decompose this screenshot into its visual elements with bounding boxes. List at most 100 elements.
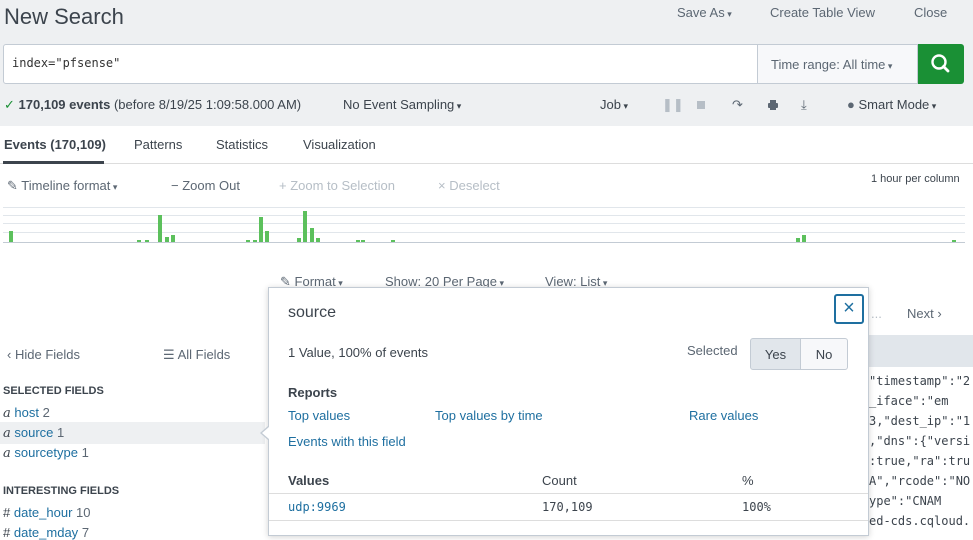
- timeline-bar[interactable]: [145, 240, 149, 242]
- table-divider: [269, 520, 868, 521]
- event-text-line: _iface":"em: [869, 394, 949, 408]
- field-host[interactable]: a host 2: [3, 405, 50, 421]
- top-values-link[interactable]: Top values: [288, 408, 350, 423]
- interesting-fields-title: INTERESTING FIELDS: [3, 485, 120, 497]
- selected-label: Selected: [687, 343, 738, 358]
- pause-icon[interactable]: ❚❚: [662, 97, 684, 113]
- hide-fields-button[interactable]: ‹ Hide Fields: [7, 347, 80, 362]
- timeline-bar[interactable]: [316, 238, 320, 242]
- save-as-menu[interactable]: Save As ▾: [677, 5, 732, 20]
- timeline-bar[interactable]: [303, 211, 307, 242]
- event-text-line: ,"dns":{"versi: [869, 434, 971, 448]
- search-button[interactable]: [918, 44, 964, 84]
- field-date-mday[interactable]: # date_mday 7: [3, 525, 89, 540]
- timeline-bar[interactable]: [796, 238, 800, 242]
- stop-icon[interactable]: [697, 101, 705, 109]
- events-table-header: [869, 335, 973, 367]
- tab-events[interactable]: Events (170,109): [4, 137, 106, 152]
- timeline-bar[interactable]: [246, 240, 250, 242]
- check-icon: ✓: [4, 97, 15, 112]
- tab-visualization[interactable]: Visualization: [303, 137, 376, 152]
- plus-icon: +: [279, 178, 287, 193]
- timeline-bar[interactable]: [297, 238, 301, 242]
- popup-pointer-fill: [262, 427, 269, 439]
- timeline-format-menu[interactable]: ✎ Timeline format ▾: [7, 178, 117, 194]
- timeline-bar[interactable]: [158, 215, 162, 242]
- timeline-bar[interactable]: [356, 240, 360, 242]
- timeline-bar[interactable]: [952, 240, 956, 242]
- minus-icon: −: [171, 178, 179, 193]
- timeline-bar[interactable]: [9, 231, 13, 242]
- caret-down-icon: ▾: [929, 101, 937, 111]
- deselect-button[interactable]: × Deselect: [438, 178, 500, 193]
- event-text-line: ype":"CNAM: [869, 494, 942, 508]
- timeline-bar[interactable]: [391, 240, 395, 242]
- pct-cell: 100%: [742, 500, 771, 514]
- timeline-gridline: [3, 223, 965, 224]
- timeline-bar[interactable]: [253, 240, 257, 242]
- timeline-bar[interactable]: [265, 231, 269, 242]
- caret-down-icon: ▾: [454, 101, 462, 111]
- event-text-line: A","rcode":"NO: [869, 474, 971, 488]
- search-mode-menu[interactable]: ● Smart Mode ▾: [847, 97, 936, 112]
- timeline-gridline: [3, 215, 965, 216]
- events-with-field-link[interactable]: Events with this field: [288, 434, 406, 449]
- bulb-icon: ●: [847, 97, 855, 112]
- value-cell[interactable]: udp:9969: [288, 500, 346, 514]
- zoom-to-selection-button[interactable]: + Zoom to Selection: [279, 178, 395, 193]
- close-link[interactable]: Close: [914, 5, 947, 20]
- create-table-view-link[interactable]: Create Table View: [770, 5, 875, 20]
- timeline-gridline: [3, 207, 965, 208]
- rare-values-link[interactable]: Rare values: [689, 408, 758, 423]
- table-divider: [269, 493, 868, 494]
- field-date-hour[interactable]: # date_hour 10: [3, 505, 91, 520]
- page-title: New Search: [4, 4, 124, 29]
- selected-yes-button[interactable]: Yes: [750, 338, 801, 370]
- active-tab-indicator: [3, 161, 104, 164]
- timeline-gridline: [3, 232, 965, 233]
- zoom-out-button[interactable]: − Zoom Out: [171, 178, 240, 193]
- event-text-line: "timestamp":"2: [869, 374, 971, 388]
- count-cell: 170,109: [542, 500, 593, 514]
- timeline-bar[interactable]: [802, 235, 806, 242]
- timeline-bar[interactable]: [310, 228, 314, 242]
- search-header: New Search Save As ▾ Create Table View C…: [0, 0, 973, 126]
- close-icon[interactable]: ×: [834, 294, 864, 324]
- share-icon[interactable]: ↷: [732, 97, 743, 113]
- list-icon: ☰: [163, 347, 175, 362]
- top-values-by-time-link[interactable]: Top values by time: [435, 408, 543, 423]
- pencil-icon: ✎: [7, 178, 18, 193]
- job-menu[interactable]: Job ▾: [600, 97, 628, 112]
- timeline-baseline: [3, 242, 965, 243]
- results-tabs: Events (170,109) Patterns Statistics Vis…: [0, 126, 973, 164]
- selected-fields-title: SELECTED FIELDS: [3, 385, 104, 397]
- count-column-header: Count: [542, 473, 577, 488]
- event-sampling-menu[interactable]: No Event Sampling ▾: [343, 97, 461, 112]
- tab-statistics[interactable]: Statistics: [216, 137, 268, 152]
- all-fields-button[interactable]: ☰ All Fields: [163, 347, 230, 363]
- field-source[interactable]: a source 1: [3, 425, 64, 441]
- tab-patterns[interactable]: Patterns: [134, 137, 182, 152]
- chevron-right-icon: ›: [937, 306, 942, 321]
- time-range-picker[interactable]: Time range: All time ▾: [757, 44, 918, 84]
- field-sourcetype[interactable]: a sourcetype 1: [3, 445, 89, 461]
- timeline-bar[interactable]: [137, 240, 141, 242]
- search-icon: [931, 54, 950, 73]
- search-input[interactable]: index="pfsense": [3, 44, 758, 84]
- timeline-bar[interactable]: [171, 235, 175, 242]
- timeline-bar[interactable]: [165, 237, 169, 242]
- field-summary-popup: source × 1 Value, 100% of events Selecte…: [268, 287, 869, 536]
- event-text-line: ed-cds.cqloud.: [869, 514, 971, 528]
- selected-no-button[interactable]: No: [800, 338, 848, 370]
- event-status: ✓ 170,109 events (before 8/19/25 1:09:58…: [4, 97, 302, 112]
- caret-down-icon: ▾: [620, 101, 628, 111]
- print-icon[interactable]: [767, 99, 779, 114]
- export-icon[interactable]: ⤓: [801, 97, 807, 113]
- next-page-button[interactable]: Next ›: [907, 306, 942, 321]
- close-icon: ×: [438, 178, 446, 193]
- timeline-bar[interactable]: [361, 240, 365, 242]
- event-text-line: :true,"ra":tru: [869, 454, 971, 468]
- caret-down-icon: ▾: [885, 61, 893, 71]
- reports-title: Reports: [288, 385, 338, 400]
- timeline-bar[interactable]: [259, 217, 263, 242]
